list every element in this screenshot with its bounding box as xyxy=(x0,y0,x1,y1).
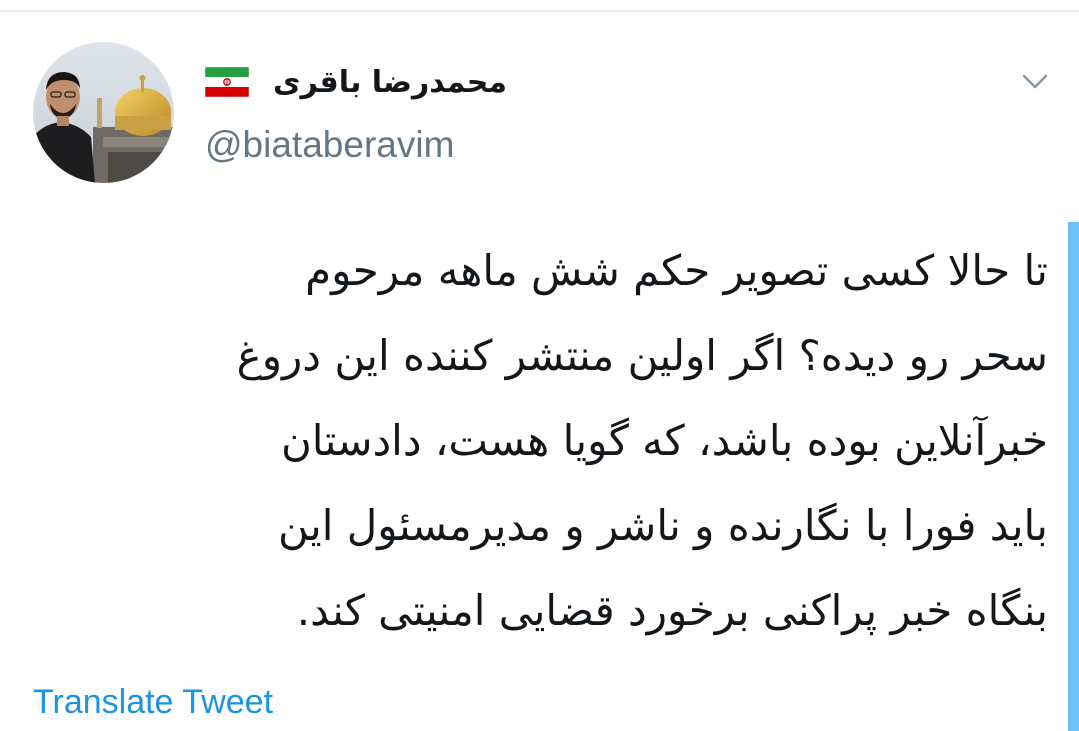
tweet-header: محمدرضا باقری @biataberavim xyxy=(205,52,625,182)
scroll-indicator xyxy=(1068,222,1079,731)
tweet-line: باید فورا با نگارنده و ناشر و مدیرمسئول … xyxy=(278,501,1048,550)
tweet-line: سحر رو دیده؟ اگر اولین منتشر کننده این د… xyxy=(236,331,1048,380)
tweet-line: بنگاه خبر پراکنی برخورد قضایی امنیتی کند… xyxy=(296,586,1048,635)
top-divider xyxy=(0,0,1079,12)
tweet-line: خبرآنلاین بوده باشد، که گویا هست، دادستا… xyxy=(280,416,1048,465)
translate-tweet-link[interactable]: Translate Tweet xyxy=(33,683,273,722)
iran-flag-icon xyxy=(205,67,249,97)
avatar[interactable] xyxy=(33,42,174,183)
chevron-down-icon xyxy=(1022,74,1048,89)
tweet-text: تا حالا کسی تصویر حکم شش ماهه مرحوم سحر … xyxy=(90,228,1048,653)
tweet-options-button[interactable] xyxy=(1017,64,1053,100)
avatar-photo xyxy=(33,42,174,183)
user-handle[interactable]: @biataberavim xyxy=(205,124,454,166)
tweet-line: تا حالا کسی تصویر حکم شش ماهه مرحوم xyxy=(305,246,1048,295)
display-name[interactable]: محمدرضا باقری xyxy=(273,65,507,100)
name-row[interactable]: محمدرضا باقری xyxy=(205,62,507,102)
